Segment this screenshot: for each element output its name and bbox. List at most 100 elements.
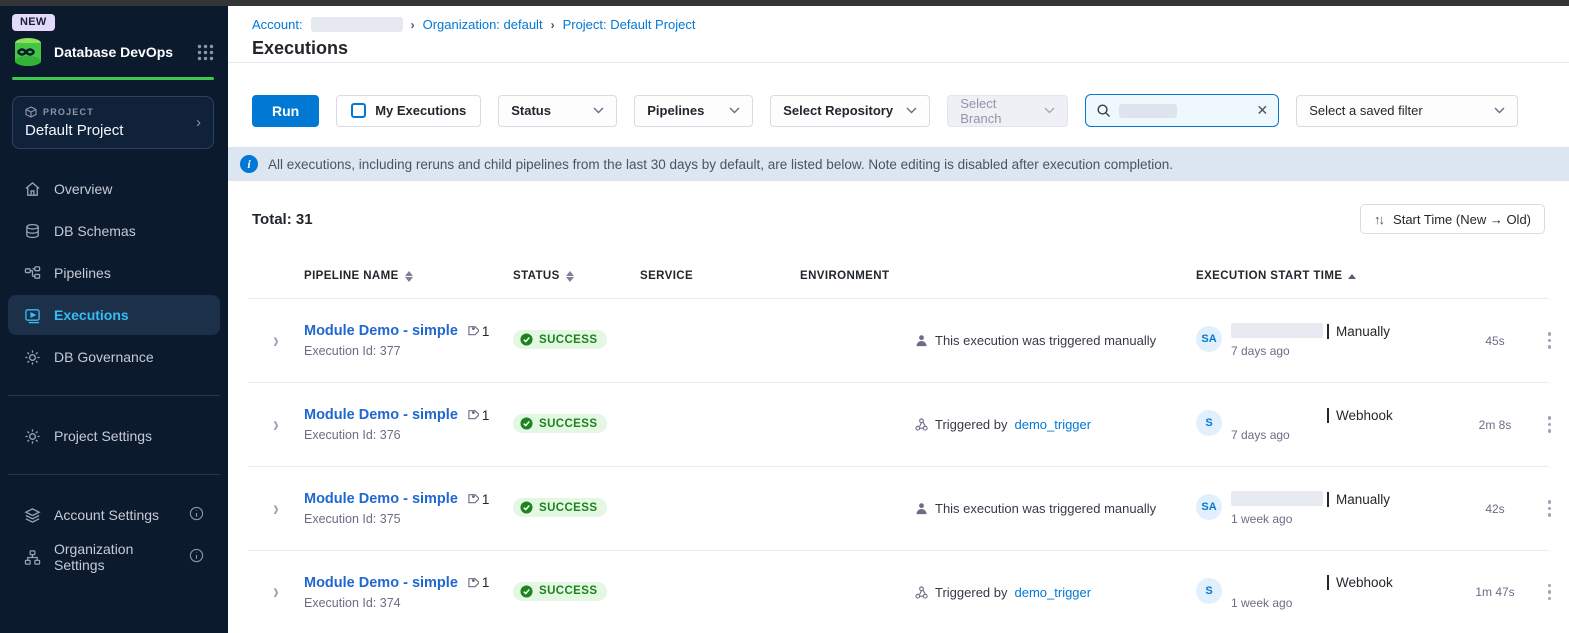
pipelines-filter-dropdown[interactable]: Pipelines [634, 95, 753, 127]
execution-id: Execution Id: 376 [304, 428, 513, 442]
execution-id: Execution Id: 377 [304, 344, 513, 358]
search-input[interactable]: ✕ [1085, 94, 1279, 127]
person-icon [915, 334, 928, 347]
expand-row-icon[interactable]: › [248, 412, 304, 438]
brand-header: Database DevOps [0, 31, 228, 67]
main-content: Account: › Organization: default › Proje… [228, 6, 1569, 633]
run-button[interactable]: Run [252, 95, 319, 127]
my-executions-toggle[interactable]: My Executions [336, 95, 481, 127]
expand-row-icon[interactable]: › [248, 579, 304, 605]
trigger-link[interactable]: demo_trigger [1015, 585, 1092, 600]
my-executions-checkbox[interactable] [351, 103, 366, 118]
row-menu-icon[interactable] [1530, 332, 1569, 349]
gear-icon [24, 348, 42, 366]
sidebar-item-label: Pipelines [54, 265, 111, 281]
trigger-text: This execution was triggered manually [935, 501, 1156, 516]
info-icon [189, 506, 204, 524]
execution-duration: 1m 47s [1460, 585, 1530, 599]
status-filter-dropdown[interactable]: Status [498, 95, 617, 127]
clear-search-icon[interactable]: ✕ [1257, 102, 1269, 119]
pipelines-icon [24, 264, 42, 282]
my-executions-label: My Executions [375, 103, 466, 118]
sidebar-item-organization-settings[interactable]: Organization Settings [8, 537, 220, 577]
expand-row-icon[interactable]: › [248, 496, 304, 522]
executions-icon [24, 306, 42, 324]
pipeline-name-link[interactable]: Module Demo - simple [304, 575, 458, 591]
sidebar-item-account-settings[interactable]: Account Settings [8, 495, 220, 535]
pipeline-name-link[interactable]: Module Demo - simple [304, 407, 458, 423]
sidebar-item-label: Project Settings [54, 428, 152, 444]
database-devops-logo-icon [12, 37, 44, 67]
search-icon [1096, 103, 1111, 118]
page-header: Account: › Organization: default › Proje… [228, 6, 1569, 63]
tag-icon [465, 408, 479, 422]
status-badge: SUCCESS [513, 498, 607, 517]
sidebar: NEW Database DevOps [0, 6, 228, 633]
row-menu-icon[interactable] [1530, 416, 1569, 433]
trigger-link[interactable]: demo_trigger [1015, 417, 1092, 432]
trigger-text: Triggered by [935, 585, 1008, 600]
home-icon [24, 180, 42, 198]
column-header-environment: ENVIRONMENT [800, 270, 1196, 282]
table-row[interactable]: › Module Demo - simple 1 Execution Id: 3… [248, 298, 1549, 382]
pipeline-name-link[interactable]: Module Demo - simple [304, 491, 458, 507]
branch-filter-dropdown: Select Branch [947, 95, 1068, 127]
app-title: Database DevOps [54, 44, 187, 60]
sidebar-item-pipelines[interactable]: Pipelines [8, 253, 220, 293]
sidebar-item-label: Account Settings [54, 507, 159, 523]
trigger-cell: This execution was triggered manually [800, 501, 1196, 516]
check-circle-icon [520, 417, 533, 430]
trigger-text: Triggered by [935, 417, 1008, 432]
time-ago: 1 week ago [1231, 596, 1393, 610]
column-header-execution-start-time[interactable]: EXECUTION START TIME [1196, 270, 1460, 282]
avatar[interactable]: SA [1196, 494, 1222, 520]
pipelines-filter-label: Pipelines [647, 103, 704, 118]
table-row[interactable]: › Module Demo - simple 1 Execution Id: 3… [248, 466, 1549, 550]
summary-row: Total: 31 ↑↓ Start Time (New → Old) [228, 204, 1569, 234]
breadcrumb-account-link[interactable]: Account: [252, 17, 303, 32]
execution-id: Execution Id: 375 [304, 512, 513, 526]
pipeline-name-link[interactable]: Module Demo - simple [304, 323, 458, 339]
project-name: Default Project [25, 122, 196, 139]
branch-filter-label: Select Branch [960, 96, 1036, 126]
repository-filter-label: Select Repository [783, 103, 893, 118]
avatar[interactable]: SA [1196, 326, 1222, 352]
sidebar-item-db-schemas[interactable]: DB Schemas [8, 211, 220, 251]
table-row[interactable]: › Module Demo - simple 1 Execution Id: 3… [248, 550, 1549, 633]
expand-row-icon[interactable]: › [248, 328, 304, 354]
sort-order-button[interactable]: ↑↓ Start Time (New → Old) [1360, 204, 1545, 234]
avatar[interactable]: S [1196, 578, 1222, 604]
trigger-type: Manually [1327, 324, 1390, 339]
time-ago: 1 week ago [1231, 512, 1390, 526]
repository-filter-dropdown[interactable]: Select Repository [770, 95, 930, 127]
start-time-cell: SA Manually 1 week ago [1196, 491, 1460, 526]
column-header-pipeline-name[interactable]: PIPELINE NAME [304, 270, 513, 282]
column-header-status[interactable]: STATUS [513, 270, 640, 282]
project-selector[interactable]: PROJECT Default Project › [12, 96, 214, 149]
avatar[interactable]: S [1196, 410, 1222, 436]
database-icon [24, 222, 42, 240]
new-badge: NEW [12, 14, 55, 31]
status-badge: SUCCESS [513, 330, 607, 349]
trigger-text: This execution was triggered manually [935, 333, 1156, 348]
chevron-down-icon [593, 107, 604, 114]
sidebar-item-overview[interactable]: Overview [8, 169, 220, 209]
saved-filter-dropdown[interactable]: Select a saved filter [1296, 95, 1518, 127]
project-label: PROJECT [43, 107, 94, 117]
toolbar: Run My Executions Status Pipelines Selec… [228, 63, 1569, 147]
sidebar-item-executions[interactable]: Executions [8, 295, 220, 335]
row-menu-icon[interactable] [1530, 584, 1569, 601]
trigger-cell: Triggered by demo_trigger [800, 417, 1196, 432]
sidebar-nav: Overview DB Schemas Pipelines [0, 169, 228, 377]
row-menu-icon[interactable] [1530, 500, 1569, 517]
app-grid-icon[interactable] [197, 44, 214, 61]
sidebar-item-label: DB Schemas [54, 223, 136, 239]
table-row[interactable]: › Module Demo - simple 1 Execution Id: 3… [248, 382, 1549, 466]
sidebar-item-db-governance[interactable]: DB Governance [8, 337, 220, 377]
brand-underline [12, 77, 214, 80]
breadcrumb-organization-link[interactable]: Organization: default [423, 17, 543, 32]
sidebar-item-label: Overview [54, 181, 112, 197]
breadcrumb-project-link[interactable]: Project: Default Project [563, 17, 696, 32]
sidebar-item-project-settings[interactable]: Project Settings [8, 416, 220, 456]
info-banner-text: All executions, including reruns and chi… [268, 157, 1173, 172]
